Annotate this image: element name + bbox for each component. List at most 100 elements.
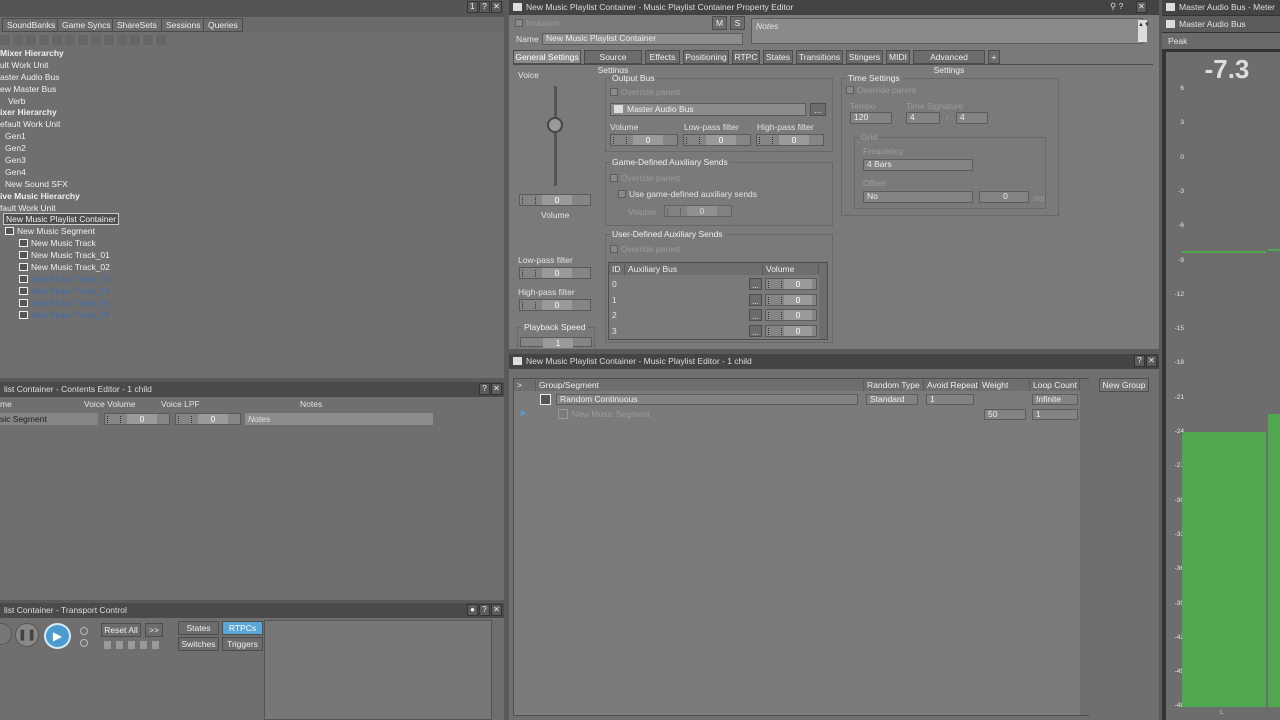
voice-volume-slider[interactable]: 0 <box>104 413 170 425</box>
aux-row[interactable]: 2... 0 <box>609 309 819 323</box>
aux-browse-button[interactable]: ... <box>749 324 762 337</box>
mute-button[interactable]: M <box>712 16 727 30</box>
help-icon[interactable]: ? <box>1134 355 1145 367</box>
tab-add[interactable]: + <box>988 50 1000 64</box>
tree-item[interactable]: efault Work Unit <box>0 119 500 131</box>
tab-sharesets[interactable]: ShareSets <box>112 18 162 32</box>
scrollbar[interactable] <box>819 263 827 339</box>
aux-row[interactable]: 3... 0 <box>609 324 819 339</box>
tab-stingers[interactable]: Stingers <box>846 50 883 64</box>
help-icon[interactable]: ? <box>479 604 490 616</box>
aux-volume-slider[interactable]: 0 <box>765 309 817 321</box>
triggers-button[interactable]: Triggers <box>222 637 263 651</box>
tree-item[interactable]: New Music Track_02 <box>0 262 500 274</box>
solo-button[interactable]: S <box>730 16 745 30</box>
override-parent-checkbox[interactable]: Override parent <box>610 87 680 97</box>
ob-volume-slider[interactable]: 0 <box>610 134 678 146</box>
playlist-row-group[interactable]: Random Continuous Standard 1 Infinite <box>514 393 1080 406</box>
rtpcs-button[interactable]: RTPCs <box>222 621 263 635</box>
help-icon[interactable]: ? <box>479 1 490 13</box>
tree-item[interactable]: ive Music Hierarchy <box>0 191 500 203</box>
tree-item[interactable]: New Music Track_01 <box>0 250 500 262</box>
tree-item[interactable]: New Music Playlist Container <box>0 213 500 226</box>
tree-item[interactable]: New Music Segment <box>0 226 500 238</box>
pin-button[interactable]: 1 <box>467 1 478 13</box>
pause-button[interactable]: ❚❚ <box>15 623 39 647</box>
output-bus-browse-button[interactable]: ... <box>810 103 826 116</box>
tree-item[interactable]: New Sound SFX <box>0 179 500 191</box>
tree-item[interactable]: Verb <box>0 96 500 108</box>
scrollbar[interactable] <box>1080 379 1089 715</box>
tree-item[interactable]: Gen1 <box>0 131 500 143</box>
tab-midi[interactable]: MIDI <box>886 50 910 64</box>
voice-volume-fader[interactable] <box>554 86 557 186</box>
ob-hpf-slider[interactable]: 0 <box>756 134 824 146</box>
tab-advanced-settings[interactable]: Advanced Settings <box>913 50 985 75</box>
aux-browse-button[interactable]: ... <box>749 278 762 290</box>
transport-small-icons[interactable] <box>104 641 162 649</box>
tab-effects[interactable]: Effects <box>645 50 680 64</box>
tree-item[interactable]: Gen2 <box>0 143 500 155</box>
stop-button[interactable] <box>0 623 12 645</box>
weight-field[interactable]: 50 <box>984 409 1026 420</box>
close-icon[interactable]: ✕ <box>1146 355 1157 367</box>
offset-select[interactable]: No <box>863 191 973 203</box>
tree-item[interactable]: ult Work Unit <box>0 60 500 72</box>
tree-item[interactable]: New Music Track_04 <box>0 286 500 298</box>
tab-transitions[interactable]: Transitions <box>796 50 843 64</box>
table-row[interactable]: sic Segment 0 0 Notes <box>0 413 490 425</box>
tree-item[interactable]: Mixer Hierarchy <box>0 48 500 60</box>
transport-list[interactable] <box>264 620 492 720</box>
tab-source-settings[interactable]: Source Settings <box>584 50 642 75</box>
help-icon[interactable]: ? <box>479 383 490 395</box>
tab-game-syncs[interactable]: Game Syncs <box>57 18 116 32</box>
aux-browse-button[interactable]: ... <box>749 293 762 306</box>
tree-item[interactable]: New Music Track <box>0 238 500 250</box>
tree-item[interactable]: ew Master Bus <box>0 84 500 96</box>
switches-button[interactable]: Switches <box>178 637 219 651</box>
inclusion-checkbox[interactable]: Inclusion <box>515 18 560 28</box>
tree-item[interactable]: New Music Track_05 <box>0 298 500 310</box>
close-icon[interactable]: ✕ <box>491 604 502 616</box>
voice-lpf-slider[interactable]: 0 <box>175 413 241 425</box>
tab-queries[interactable]: Queries <box>203 18 243 32</box>
tree-item[interactable]: aster Audio Bus <box>0 72 500 84</box>
tempo-field[interactable]: 120 <box>850 112 892 124</box>
scrollbar[interactable] <box>492 620 502 720</box>
use-game-aux-checkbox[interactable]: Use game-defined auxiliary sends <box>618 189 757 199</box>
ob-lpf-slider[interactable]: 0 <box>683 134 751 146</box>
hpf-slider[interactable]: 0 <box>519 299 591 311</box>
tab-states[interactable]: States <box>763 50 793 64</box>
output-bus-field[interactable]: Master Audio Bus <box>610 103 806 116</box>
more-button[interactable]: >> <box>145 623 163 637</box>
segment-loop-field[interactable]: 1 <box>1032 409 1078 420</box>
aux-browse-button[interactable]: ... <box>749 309 762 321</box>
record-icon[interactable] <box>80 639 88 647</box>
aux-row[interactable]: 1... 0 <box>609 293 819 308</box>
tree-item[interactable]: Gen3 <box>0 155 500 167</box>
random-type-select[interactable]: Standard <box>866 394 918 405</box>
name-field[interactable]: New Music Playlist Container <box>542 33 743 45</box>
lpf-slider[interactable]: 0 <box>519 267 591 279</box>
fader-knob[interactable] <box>547 117 563 133</box>
tree-item[interactable]: Gen4 <box>0 167 500 179</box>
tab-general-settings[interactable]: General Settings <box>513 50 581 64</box>
tab-sessions[interactable]: Sessions <box>161 18 206 32</box>
loop-icon[interactable] <box>80 627 88 635</box>
reset-all-button[interactable]: Reset All <box>101 623 141 637</box>
tab-soundbanks[interactable]: SoundBanks <box>2 18 61 32</box>
tab-positioning[interactable]: Positioning <box>683 50 729 64</box>
frequency-select[interactable]: 4 Bars <box>863 159 973 171</box>
notes-field[interactable]: Notes <box>751 18 1143 44</box>
scrollbar[interactable] <box>492 410 502 596</box>
avoid-repeat-field[interactable]: 1 <box>926 394 974 405</box>
game-aux-volume-slider[interactable]: 0 <box>664 205 732 217</box>
states-button[interactable]: States <box>178 621 219 635</box>
override-parent-checkbox[interactable]: Override parent <box>610 173 680 183</box>
bus-row[interactable]: Master Audio Bus <box>1162 16 1280 32</box>
playlist-row-segment[interactable]: ➤ New Music Segment 50 1 <box>514 408 1080 421</box>
play-button[interactable]: ▶ <box>44 623 71 649</box>
override-parent-checkbox[interactable]: Override parent <box>610 244 680 254</box>
loop-count-field[interactable]: Infinite <box>1032 394 1078 405</box>
aux-row[interactable]: 0... 0 <box>609 278 819 292</box>
